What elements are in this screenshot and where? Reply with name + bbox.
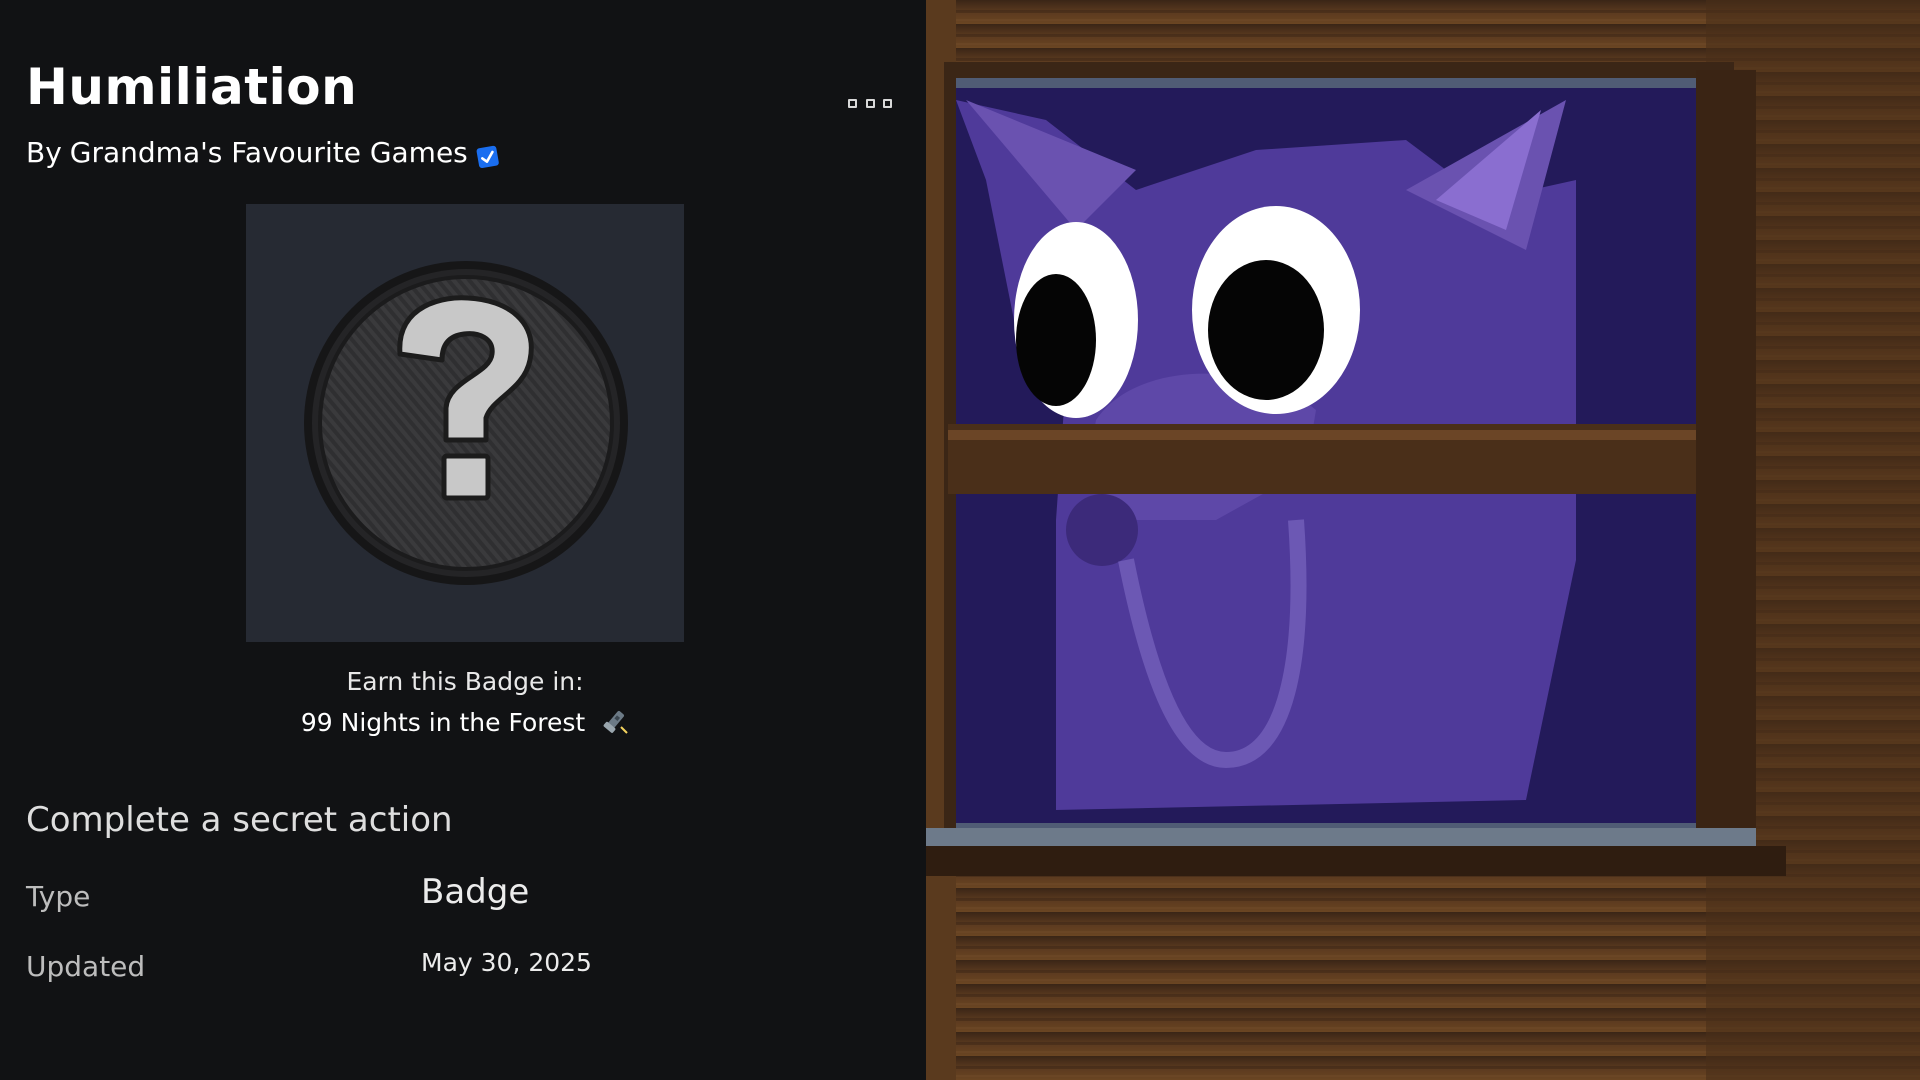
badge-image — [246, 204, 684, 642]
creator-prefix: By — [26, 136, 62, 169]
type-label: Type — [26, 880, 91, 913]
badge-title: Humiliation — [26, 58, 358, 116]
question-mark-badge-icon — [304, 261, 628, 585]
creator-link[interactable]: Grandma's Favourite Games — [70, 136, 468, 169]
badge-description: Complete a secret action — [26, 800, 453, 840]
creator-line: By Grandma's Favourite Games — [26, 136, 499, 169]
type-value: Badge — [421, 872, 530, 912]
game-name[interactable]: 99 Nights in the Forest — [301, 708, 585, 737]
updated-value: May 30, 2025 — [421, 948, 592, 977]
flashlight-icon — [603, 711, 628, 734]
game-scene-image — [926, 0, 1920, 1080]
more-options-icon — [848, 98, 857, 108]
badge-details-panel: Humiliation By Grandma's Favourite Games — [0, 0, 926, 1080]
game-link[interactable]: 99 Nights in the Forest — [246, 707, 684, 737]
verified-check-icon — [474, 140, 499, 168]
updated-label: Updated — [26, 950, 146, 983]
more-options-button[interactable] — [848, 92, 892, 114]
creature-window-illustration — [926, 0, 1920, 1080]
earn-badge-label: Earn this Badge in: — [346, 667, 584, 696]
